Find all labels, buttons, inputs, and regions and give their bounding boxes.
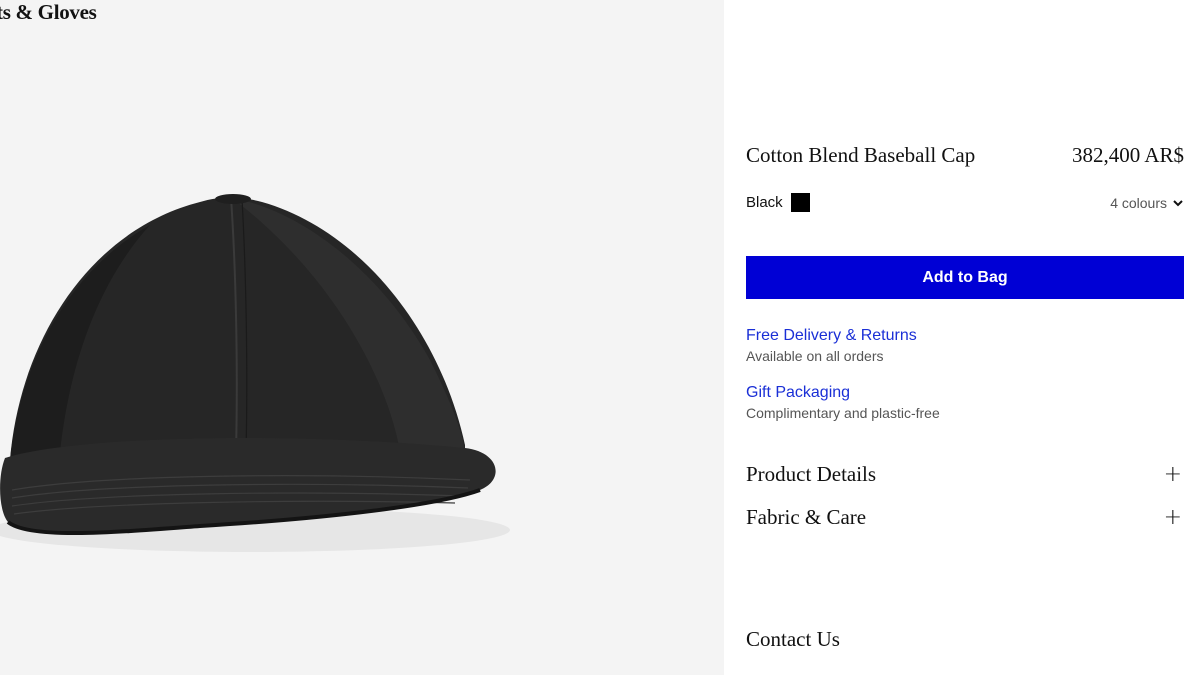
colour-swatch <box>790 193 810 212</box>
plus-icon: + <box>1163 505 1182 530</box>
accordion-product-details-label: Product Details <box>746 462 877 486</box>
colour-row: Black 4 colours <box>746 193 1184 212</box>
accordion-fabric-care[interactable]: Fabric & Care + <box>746 505 1184 530</box>
colour-options-label: 4 colours <box>1110 194 1167 211</box>
accordion-fabric-care-label: Fabric & Care <box>746 505 867 529</box>
service-gift-packaging: Gift Packaging Complimentary and plastic… <box>746 384 940 421</box>
product-info-panel: Cotton Blend Baseball Cap 382,400 AR$ Bl… <box>746 0 1184 675</box>
plus-icon: + <box>1163 462 1182 487</box>
product-page: ts & Gloves Cotton Blend Baseball Cap 38… <box>0 0 1200 675</box>
gift-packaging-link[interactable]: Gift Packaging <box>746 384 940 402</box>
gift-packaging-subtitle: Complimentary and plastic-free <box>746 405 940 421</box>
baseball-cap-image <box>0 194 510 552</box>
breadcrumb[interactable]: ts & Gloves <box>0 0 97 25</box>
colour-options-toggle[interactable]: 4 colours <box>1110 195 1184 211</box>
product-name: Cotton Blend Baseball Cap <box>746 143 976 167</box>
chevron-down-icon <box>1173 199 1183 206</box>
product-title-row: Cotton Blend Baseball Cap 382,400 AR$ <box>746 143 1184 168</box>
selected-colour-label: Black <box>746 194 783 211</box>
service-free-delivery: Free Delivery & Returns Available on all… <box>746 327 917 364</box>
add-to-bag-button[interactable]: Add to Bag <box>746 256 1184 299</box>
product-image-panel: ts & Gloves <box>0 0 724 675</box>
contact-us-link[interactable]: Contact Us <box>746 627 840 652</box>
free-delivery-link[interactable]: Free Delivery & Returns <box>746 327 917 345</box>
selected-colour: Black <box>746 193 810 212</box>
free-delivery-subtitle: Available on all orders <box>746 348 884 364</box>
accordion-product-details[interactable]: Product Details + <box>746 462 1184 487</box>
product-price: 382,400 AR$ <box>1071 143 1184 167</box>
